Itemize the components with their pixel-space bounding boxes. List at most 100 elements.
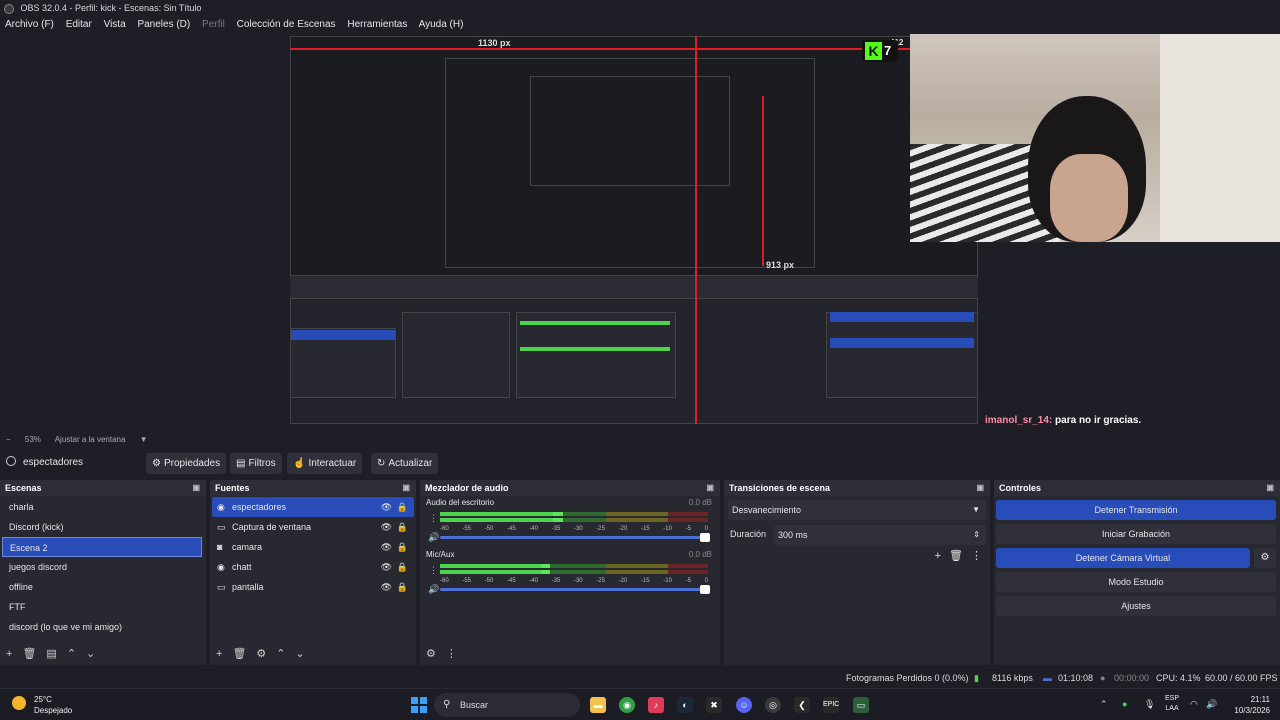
weather-widget[interactable]: 25°C Despejado: [12, 694, 72, 716]
move-up-icon[interactable]: ⌃: [276, 648, 285, 660]
hand-icon: ☝: [293, 458, 306, 469]
studio-mode-button[interactable]: Modo Estudio: [996, 572, 1276, 592]
microphone-icon[interactable]: 🎙: [1144, 699, 1155, 710]
trash-icon[interactable]: 🗑: [232, 648, 246, 660]
scene-item[interactable]: juegos discord: [2, 557, 202, 577]
kebab-menu-icon[interactable]: ⋮: [429, 565, 438, 576]
menu-archivo[interactable]: Archivo (F): [5, 19, 54, 30]
menu-vista[interactable]: Vista: [104, 19, 126, 30]
interact-button[interactable]: ☝ Interactuar: [287, 453, 363, 474]
chrome-icon[interactable]: ◉: [619, 697, 635, 713]
eye-icon[interactable]: 👁: [381, 537, 392, 557]
program-preview[interactable]: 1130 px 913 px 412: [290, 36, 978, 424]
kebab-menu-icon[interactable]: ⋮: [429, 513, 438, 524]
undock-icon[interactable]: ▣: [976, 480, 984, 496]
wifi-icon[interactable]: ◠: [1190, 699, 1198, 710]
scene-item[interactable]: FTF: [2, 597, 202, 617]
tray-app-icon[interactable]: ●: [1122, 699, 1127, 709]
advanced-audio-icon[interactable]: ⚙: [426, 648, 436, 660]
lock-icon[interactable]: 🔒: [397, 537, 408, 557]
kebab-menu-icon[interactable]: ⋮: [446, 648, 457, 660]
source-item[interactable]: ▭ Captura de ventana 👁 🔒: [212, 517, 414, 537]
speaker-icon[interactable]: 🔊: [428, 584, 439, 595]
volume-slider-knob[interactable]: [700, 585, 710, 594]
undock-icon[interactable]: ▣: [402, 480, 410, 496]
settings-button[interactable]: Ajustes: [996, 596, 1276, 616]
gear-icon[interactable]: ⚙: [256, 648, 266, 660]
move-down-icon[interactable]: ⌄: [296, 648, 305, 660]
source-item[interactable]: ◙ camara 👁 🔒: [212, 537, 414, 557]
app-icon[interactable]: ▭: [853, 697, 869, 713]
transition-select[interactable]: Desvanecimiento ▼: [728, 500, 986, 520]
music-icon[interactable]: ♪: [648, 697, 664, 713]
move-up-icon[interactable]: ⌃: [67, 648, 76, 660]
epic-games-icon[interactable]: EPIC: [823, 697, 839, 713]
menu-perfil[interactable]: Perfil: [202, 19, 225, 30]
chevron-up-icon[interactable]: ⌃: [1100, 699, 1108, 710]
volume-slider-knob[interactable]: [700, 533, 710, 542]
source-item[interactable]: ▭ pantalla 👁 🔒: [212, 577, 414, 597]
scene-item[interactable]: offline: [2, 577, 202, 597]
lock-icon[interactable]: 🔒: [397, 577, 408, 597]
trash-icon[interactable]: 🗑: [22, 648, 36, 660]
eye-icon[interactable]: 👁: [381, 557, 392, 577]
menu-coleccion-escenas[interactable]: Colección de Escenas: [237, 19, 336, 30]
obs-icon[interactable]: ◎: [765, 697, 781, 713]
app-icon[interactable]: ✖: [706, 697, 722, 713]
kebab-menu-icon[interactable]: ⋮: [971, 550, 982, 562]
spin-arrows-icon[interactable]: ⇕: [973, 525, 980, 545]
steam-icon[interactable]: ◐: [677, 697, 693, 713]
app-icon[interactable]: ❮: [794, 697, 810, 713]
speaker-icon[interactable]: 🔊: [428, 532, 439, 543]
add-icon[interactable]: +: [935, 550, 941, 562]
stop-virtual-camera-button[interactable]: Detener Cámara Virtual: [996, 548, 1250, 568]
duration-spinbox[interactable]: 300 ms ⇕: [774, 525, 986, 545]
menu-paneles[interactable]: Paneles (D): [137, 19, 190, 30]
lock-icon[interactable]: 🔒: [397, 517, 408, 537]
source-item[interactable]: ◉ chatt 👁 🔒: [212, 557, 414, 577]
language-indicator[interactable]: ESP LAA: [1165, 694, 1179, 714]
menu-herramientas[interactable]: Herramientas: [347, 19, 407, 30]
scenes-list: charla Discord (kick) Escena 2 juegos di…: [0, 496, 206, 637]
properties-button[interactable]: ⚙ Propiedades: [146, 453, 227, 474]
scene-item[interactable]: Discord (kick): [2, 517, 202, 537]
menu-editar[interactable]: Editar: [66, 19, 92, 30]
add-icon[interactable]: +: [6, 648, 12, 660]
taskbar-search[interactable]: ⚲ Buscar: [434, 693, 580, 717]
zoom-minus-icon[interactable]: −: [6, 435, 11, 444]
volume-icon[interactable]: 🔊: [1206, 699, 1217, 710]
volume-slider[interactable]: [440, 585, 710, 594]
move-down-icon[interactable]: ⌄: [86, 648, 95, 660]
channel-name: Mic/Aux: [426, 550, 455, 559]
start-recording-button[interactable]: Iniciar Grabación: [996, 524, 1276, 544]
zoom-dropdown-icon[interactable]: ▼: [140, 435, 148, 444]
discord-icon[interactable]: ☺: [736, 697, 752, 713]
trash-icon[interactable]: 🗑: [949, 550, 963, 562]
windows-start-icon[interactable]: [411, 697, 427, 713]
lock-icon[interactable]: 🔒: [397, 497, 408, 517]
lock-icon[interactable]: 🔒: [397, 557, 408, 577]
scene-item[interactable]: discord (lo que ve mi amigo): [2, 617, 202, 637]
eye-icon[interactable]: 👁: [381, 517, 392, 537]
source-item-active[interactable]: ◉ espectadores 👁 🔒: [212, 497, 414, 517]
add-icon[interactable]: +: [216, 648, 222, 660]
scene-item[interactable]: charla: [2, 497, 202, 517]
filters-button[interactable]: ▤ Filtros: [230, 453, 282, 474]
virtual-camera-settings-icon[interactable]: ⚙: [1254, 548, 1276, 568]
undock-icon[interactable]: ▣: [1266, 480, 1274, 496]
undock-icon[interactable]: ▣: [706, 480, 714, 496]
volume-slider[interactable]: [440, 533, 710, 542]
refresh-button[interactable]: ↻ Actualizar: [371, 453, 439, 474]
stop-streaming-button[interactable]: Detener Transmisión: [996, 500, 1276, 520]
taskbar-clock[interactable]: 21:11 10/3/2026: [1228, 694, 1270, 716]
scene-item-active[interactable]: Escena 2: [2, 537, 202, 557]
menu-ayuda[interactable]: Ayuda (H): [419, 19, 464, 30]
zoom-level[interactable]: 53%: [25, 435, 41, 444]
undock-icon[interactable]: ▣: [192, 480, 200, 496]
filter-icon[interactable]: ▤: [46, 648, 56, 660]
eye-icon[interactable]: 👁: [381, 497, 392, 517]
file-explorer-icon[interactable]: ▬: [590, 697, 606, 713]
eye-icon[interactable]: 👁: [381, 577, 392, 597]
refresh-icon: ↻: [377, 458, 386, 469]
zoom-fit-label[interactable]: Ajustar a la ventana: [55, 435, 126, 444]
